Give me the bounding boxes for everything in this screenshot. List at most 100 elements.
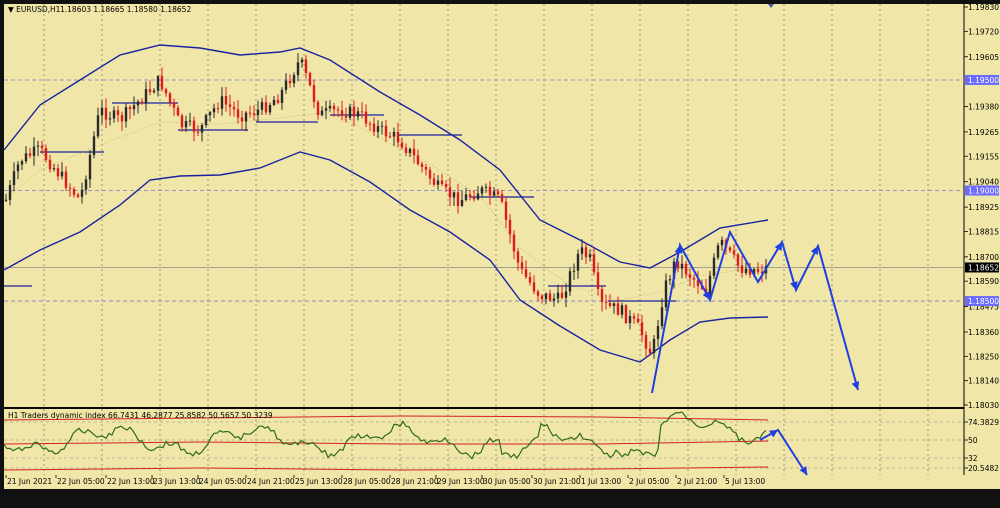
- candle-body: [536, 291, 540, 296]
- candle-body: [448, 187, 452, 198]
- candle-body: [400, 142, 404, 148]
- candle-body: [572, 270, 576, 272]
- candle-body: [496, 191, 500, 195]
- candle-body: [660, 307, 664, 327]
- candle-body: [756, 269, 760, 272]
- candle-body: [28, 153, 32, 156]
- candle-body: [280, 89, 284, 103]
- candle-body: [604, 301, 608, 303]
- candle-body: [136, 101, 140, 106]
- candle-body: [388, 136, 392, 138]
- time-tick-label: 30 Jun 21:00: [533, 477, 581, 486]
- candle-body: [104, 107, 108, 120]
- candle-body: [480, 187, 484, 194]
- candle-body: [656, 326, 660, 339]
- candle-body: [220, 96, 224, 109]
- candle-body: [508, 219, 512, 235]
- candle-body: [616, 303, 620, 315]
- price-level-label: 1.19000: [968, 187, 999, 196]
- price-tick-label: 1.19040: [968, 178, 999, 187]
- candle-body: [588, 254, 592, 258]
- candle-body: [716, 245, 720, 258]
- candle-body: [464, 194, 468, 200]
- candle-body: [132, 105, 136, 110]
- time-tick-label: 21 Jun 2021: [7, 477, 52, 486]
- candle-body: [488, 186, 492, 196]
- candle-body: [584, 247, 588, 258]
- candle-body: [96, 115, 100, 137]
- candle-body: [692, 277, 696, 280]
- candle-body: [260, 102, 264, 110]
- candle-body: [680, 263, 684, 269]
- candle-body: [56, 168, 60, 177]
- candle-body: [540, 295, 544, 300]
- price-chart[interactable]: 74.3829 50 3220.5482 1.19830 1.19720 1.19605…: [0, 0, 1000, 508]
- candle-body: [308, 73, 312, 86]
- candle-body: [652, 338, 656, 354]
- candle-body: [44, 148, 48, 160]
- price-tick-label: 1.18700: [968, 253, 999, 262]
- candle-body: [408, 148, 412, 153]
- candle-body: [420, 164, 424, 167]
- candle-body: [412, 148, 416, 156]
- tdi-level-label: 50: [968, 436, 978, 445]
- candle-body: [196, 131, 200, 133]
- tdi-level-label: 20.5482: [968, 464, 999, 473]
- time-tick-label: 23 Jun 13:00: [153, 477, 201, 486]
- candle-body: [320, 110, 324, 116]
- candle-body: [376, 126, 380, 132]
- chart-window[interactable]: 74.3829 50 32 20.5482 1.19830 1.19720 1.19605…: [0, 0, 1000, 508]
- candle-body: [4, 199, 8, 201]
- price-tick-label: 1.18140: [968, 377, 999, 386]
- candle-body: [504, 201, 508, 220]
- candle-body: [228, 104, 232, 107]
- indicator-label: H1 Traders dynamic index 66.7431 46.2877…: [8, 411, 273, 420]
- candle-body: [336, 109, 340, 111]
- candle-body: [140, 101, 144, 104]
- candle-body: [712, 257, 716, 276]
- price-tick-label: 1.19605: [968, 53, 999, 62]
- candle-body: [428, 169, 432, 179]
- candle-body: [40, 145, 44, 149]
- candle-body: [232, 106, 236, 110]
- candle-body: [360, 111, 364, 113]
- main-plot-area[interactable]: [4, 4, 964, 407]
- candle-body: [620, 305, 624, 315]
- time-tick-label: 5 Jul 13:00: [725, 477, 765, 486]
- candle-body: [532, 282, 536, 292]
- price-tick-label: 1.18925: [968, 203, 999, 212]
- candle-body: [80, 189, 84, 197]
- candle-body: [192, 120, 196, 132]
- candle-body: [468, 194, 472, 197]
- candle-body: [688, 274, 692, 278]
- time-tick-label: 22 Jun 13:00: [107, 477, 155, 486]
- price-tick-label: 1.18815: [968, 227, 999, 236]
- candle-body: [240, 117, 244, 122]
- candle-body: [116, 110, 120, 116]
- candle-body: [392, 131, 396, 137]
- candle-body: [128, 107, 132, 110]
- candle-body: [60, 171, 64, 177]
- candle-body: [272, 99, 276, 105]
- time-tick-label: 28 Jun 21:00: [391, 477, 439, 486]
- candle-body: [396, 131, 400, 143]
- candle-body: [288, 80, 292, 84]
- candle-body: [372, 123, 376, 132]
- candle-body: [456, 192, 460, 206]
- ohlc-readout: 1.18603 1.18665 1.18580 1.18652: [60, 5, 191, 14]
- candle-body: [188, 120, 192, 122]
- candle-body: [64, 171, 68, 188]
- candle-body: [316, 101, 320, 116]
- candle-body: [436, 180, 440, 185]
- candle-body: [340, 110, 344, 116]
- candle-body: [556, 292, 560, 299]
- candle-body: [48, 159, 52, 170]
- candle-body: [432, 178, 436, 185]
- candle-body: [684, 263, 688, 275]
- candle-body: [624, 305, 628, 323]
- candle-body: [528, 276, 532, 283]
- price-level-label: 1.18500: [968, 297, 999, 306]
- tdi-level-label: 74.3829: [968, 418, 999, 427]
- candle-body: [236, 109, 240, 118]
- candle-body: [380, 125, 384, 127]
